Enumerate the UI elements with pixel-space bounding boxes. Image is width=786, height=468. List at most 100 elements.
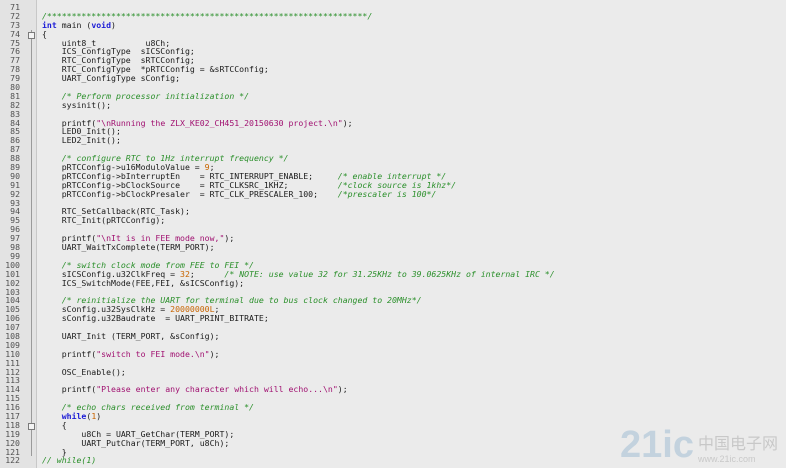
fold-guide bbox=[31, 83, 32, 92]
code-line[interactable]: 108 UART_Init (TERM_PORT, &sConfig); bbox=[0, 332, 786, 341]
code-line[interactable]: 81 /* Perform processor initialization *… bbox=[0, 91, 786, 101]
code-editor[interactable]: 71 72/***********************************… bbox=[0, 0, 786, 468]
fold-guide bbox=[31, 234, 32, 244]
fold-guide bbox=[31, 305, 32, 315]
code-token: ); bbox=[209, 348, 220, 359]
comment-token: /*prescaler is 100*/ bbox=[337, 188, 437, 199]
code-token: ICS_SwitchMode(FEE,FEI, &sICSConfig); bbox=[42, 277, 245, 288]
code-line[interactable]: 110 printf("switch to FEI mode.\n"); bbox=[0, 348, 786, 359]
fold-guide bbox=[31, 38, 32, 48]
code-text: int main (void) bbox=[42, 19, 116, 30]
fold-guide bbox=[31, 278, 32, 288]
code-text: // while(1) bbox=[42, 456, 96, 465]
comment-token: /* NOTE: use value 32 for 31.25KHz to 39… bbox=[224, 268, 555, 279]
fold-guide bbox=[31, 411, 32, 421]
code-line[interactable]: 98 UART_WaitTxComplete(TERM_PORT); bbox=[0, 243, 786, 252]
code-token: UART_PutChar(TERM_PORT, u8Ch); bbox=[42, 437, 230, 448]
code-text: ICS_SwitchMode(FEE,FEI, &sICSConfig); bbox=[42, 277, 245, 288]
fold-guide bbox=[31, 225, 32, 235]
fold-guide bbox=[31, 349, 32, 359]
string-token: "switch to FEI mode.\n" bbox=[96, 348, 210, 359]
fold-guide bbox=[31, 358, 32, 368]
code-token: UART_Init (TERM_PORT, &sConfig); bbox=[42, 330, 220, 341]
code-line[interactable]: 116 /* echo chars received from terminal… bbox=[0, 403, 786, 412]
fold-guide bbox=[31, 394, 32, 404]
code-line[interactable]: 86 LED2_Init(); bbox=[0, 135, 786, 146]
fold-guide bbox=[31, 243, 32, 252]
code-text: UART_ConfigType sConfig; bbox=[42, 74, 180, 83]
line-number: 122 bbox=[5, 455, 20, 466]
fold-guide bbox=[31, 74, 32, 84]
code-line[interactable]: 72/*************************************… bbox=[0, 11, 786, 21]
fold-guide bbox=[31, 56, 32, 66]
string-token: "\nRunning the ZLX_KE02_CH451_20150630 p… bbox=[96, 117, 343, 128]
code-token: RTC_Init(pRTCConfig); bbox=[42, 215, 166, 226]
fold-guide bbox=[31, 180, 32, 190]
fold-guide bbox=[31, 145, 32, 155]
fold-guide bbox=[31, 296, 32, 306]
code-token: ); bbox=[342, 117, 353, 128]
fold-guide bbox=[31, 118, 32, 128]
code-token: ) bbox=[111, 19, 116, 30]
code-line[interactable]: 82 sysinit(); bbox=[0, 100, 786, 110]
fold-guide bbox=[31, 136, 32, 146]
fold-guide bbox=[31, 91, 32, 101]
code-token: UART_ConfigType sConfig; bbox=[42, 73, 181, 84]
fold-guide bbox=[31, 109, 32, 119]
code-token: LED2_Init(); bbox=[42, 135, 121, 146]
fold-guide bbox=[31, 163, 32, 172]
fold-guide bbox=[31, 154, 32, 164]
code-token: ) bbox=[96, 410, 102, 421]
code-line[interactable]: 114 printf("Please enter any character w… bbox=[0, 385, 786, 395]
code-token: main ( bbox=[56, 19, 92, 30]
code-token: sConfig.u32Baudrate = UART_PRINT_BITRATE… bbox=[42, 313, 269, 324]
fold-guide bbox=[31, 323, 32, 332]
code-token: ); bbox=[224, 233, 235, 244]
code-text: printf("Please enter any character which… bbox=[42, 385, 348, 394]
fold-toggle-icon[interactable] bbox=[28, 420, 35, 430]
code-token: OSC_Enable(); bbox=[42, 366, 126, 377]
code-line[interactable]: 117 while(1) bbox=[0, 412, 786, 421]
fold-guide bbox=[31, 438, 32, 448]
fold-guide bbox=[31, 260, 32, 270]
code-token: UART_WaitTxComplete(TERM_PORT); bbox=[42, 242, 215, 253]
code-line[interactable]: 112 OSC_Enable(); bbox=[0, 366, 786, 377]
code-text: pRTCConfig->bClockPresaler = RTC_CLK_PRE… bbox=[42, 188, 437, 199]
fold-guide bbox=[31, 65, 32, 75]
fold-guide bbox=[31, 331, 32, 341]
watermark: 21ic 中国电子网 www.21ic.com bbox=[620, 426, 778, 464]
fold-guide bbox=[31, 100, 32, 110]
fold-guide bbox=[31, 198, 32, 208]
string-token: "Please enter any character which will e… bbox=[96, 384, 338, 395]
watermark-logo: 21ic bbox=[620, 424, 694, 466]
code-text: sysinit(); bbox=[42, 100, 111, 110]
fold-guide bbox=[31, 251, 32, 261]
fold-guide bbox=[31, 189, 32, 199]
code-line[interactable]: 92 pRTCConfig->bClockPresaler = RTC_CLK_… bbox=[0, 188, 786, 199]
fold-guide bbox=[31, 47, 32, 57]
code-line[interactable]: 102 ICS_SwitchMode(FEE,FEI, &sICSConfig)… bbox=[0, 277, 786, 288]
fold-guide bbox=[31, 403, 32, 412]
keyword-token: void bbox=[91, 19, 112, 30]
fold-guide bbox=[31, 127, 32, 137]
fold-toggle-icon[interactable] bbox=[28, 29, 35, 39]
comment-token: // while(1) bbox=[42, 455, 97, 466]
fold-guide bbox=[31, 287, 32, 297]
code-line[interactable]: 106 sConfig.u32Baudrate = UART_PRINT_BIT… bbox=[0, 314, 786, 324]
fold-guide bbox=[31, 314, 32, 324]
fold-guide bbox=[31, 367, 32, 377]
code-text: UART_Init (TERM_PORT, &sConfig); bbox=[42, 330, 220, 341]
code-line[interactable]: 79 UART_ConfigType sConfig; bbox=[0, 74, 786, 84]
watermark-cn-text: 中国电子网 bbox=[697, 436, 778, 453]
code-text: UART_WaitTxComplete(TERM_PORT); bbox=[42, 243, 215, 252]
code-line[interactable]: 95 RTC_Init(pRTCConfig); bbox=[0, 215, 786, 226]
code-text: UART_PutChar(TERM_PORT, u8Ch); bbox=[42, 437, 230, 448]
watermark-url: www.21ic.com bbox=[697, 454, 756, 464]
fold-guide bbox=[31, 269, 32, 279]
code-text: sConfig.u32Baudrate = UART_PRINT_BITRATE… bbox=[42, 314, 269, 323]
fold-guide bbox=[31, 429, 32, 439]
fold-guide bbox=[31, 171, 32, 181]
fold-guide bbox=[31, 447, 32, 457]
code-line[interactable]: 73 int main (void) bbox=[0, 19, 786, 30]
fold-guide bbox=[31, 216, 32, 226]
